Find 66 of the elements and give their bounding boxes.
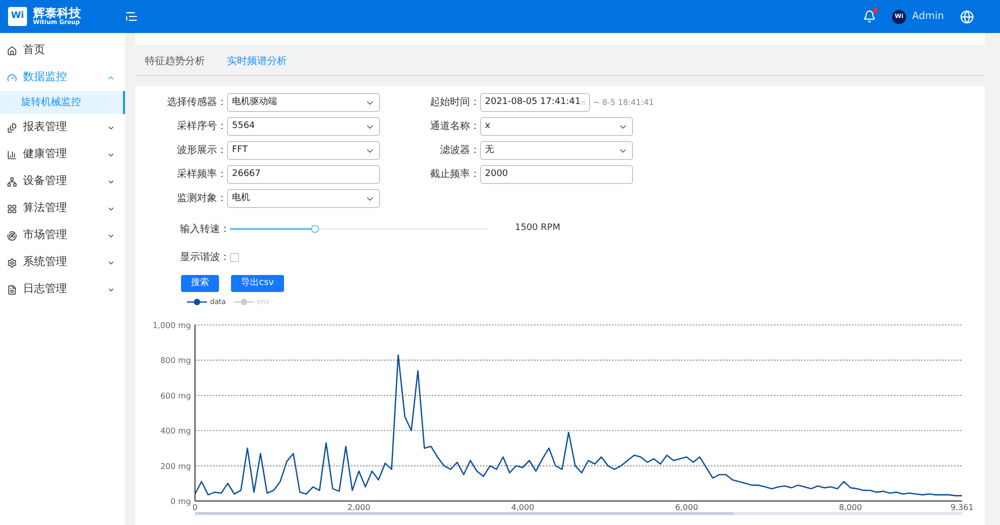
select-field[interactable]: 5564 [227, 117, 380, 136]
harmonic-checkbox[interactable] [230, 253, 239, 262]
field-label: 选择传感器： [166, 96, 227, 110]
speed-reading: 1500 RPM [515, 222, 560, 236]
field-label: 采样序号： [176, 120, 227, 134]
speed-label: 输入转速： [179, 222, 230, 236]
sidebar-item[interactable]: 市场管理 [0, 222, 125, 249]
field-label: 监测对象： [176, 192, 227, 206]
tab[interactable]: 特征趋势分析 [145, 54, 205, 69]
select-field[interactable]: FFT [227, 141, 380, 160]
x-tick-label: 6,000 [675, 502, 698, 512]
grid-icon [7, 204, 17, 214]
y-tick-label: 200 mg [160, 461, 191, 470]
zoom-slider[interactable] [195, 512, 962, 514]
field-label: 波形展示： [176, 144, 227, 158]
select-field[interactable]: 无 [480, 141, 633, 160]
select-field[interactable]: 电机 [227, 189, 380, 208]
document-icon [7, 122, 17, 132]
user-name[interactable]: Admin [912, 9, 944, 24]
slider-handle[interactable] [310, 225, 319, 233]
y-tick-label: 600 mg [160, 390, 191, 400]
y-tick-label: 1,000 mg [152, 320, 191, 330]
network-icon [7, 176, 17, 186]
x-tick-label: 2,000 [347, 502, 370, 512]
settings-icon [7, 258, 17, 268]
x-tick-label: 8,000 [839, 502, 862, 512]
select-field[interactable]: x [480, 117, 633, 136]
speed-slider[interactable] [230, 224, 487, 234]
bell-icon [863, 10, 876, 23]
harmonic-label: 显示谐波： [179, 250, 230, 265]
end-time: ~ 8-5 18:41:41 [593, 96, 654, 108]
radar-icon [7, 230, 17, 240]
gauge-icon [7, 72, 17, 82]
field-label: 起始时间： [429, 96, 480, 110]
field-label: 滤波器： [439, 144, 480, 158]
input-field[interactable]: 2000 [480, 165, 633, 184]
x-tick-label: 9,361 [950, 502, 974, 512]
logo: Wi [8, 7, 27, 26]
search-button[interactable]: 搜索 [181, 275, 219, 292]
sidebar-item[interactable]: 系统管理 [0, 249, 125, 276]
y-tick-label: 0 mg [170, 496, 191, 506]
x-tick-label: 4,000 [511, 502, 534, 512]
export-button[interactable]: 导出csv [231, 275, 284, 292]
y-tick-label: 400 mg [160, 426, 191, 436]
field-label: 采样频率： [176, 168, 227, 182]
field-label: 通道名称： [429, 120, 480, 134]
sidebar-item[interactable]: 首页 [0, 37, 125, 64]
brand-name: 辉泰科技 [33, 7, 81, 19]
language-icon[interactable] [960, 10, 974, 24]
date-field[interactable]: 2021-08-05 17:41:41 [480, 93, 590, 112]
legend-marker-icon [234, 298, 254, 306]
notification-button[interactable] [863, 10, 876, 23]
sidebar-item[interactable]: 设备管理 [0, 168, 125, 195]
document-icon [7, 284, 17, 294]
x-tick-label: 0 [192, 502, 198, 512]
select-field[interactable]: 电机驱动端 [227, 93, 380, 112]
bar-chart-icon [7, 150, 17, 160]
sidebar-item[interactable]: 报表管理 [0, 114, 125, 141]
menu-icon[interactable] [125, 10, 138, 23]
field-label: 截止频率： [429, 168, 480, 182]
home-icon [7, 46, 17, 56]
input-field[interactable]: 26667 [227, 165, 380, 184]
sidebar-item[interactable]: 日志管理 [0, 276, 125, 303]
y-tick-label: 800 mg [160, 356, 191, 365]
sidebar-item[interactable]: 算法管理 [0, 195, 125, 222]
sidebar-item[interactable]: 健康管理 [0, 141, 125, 168]
